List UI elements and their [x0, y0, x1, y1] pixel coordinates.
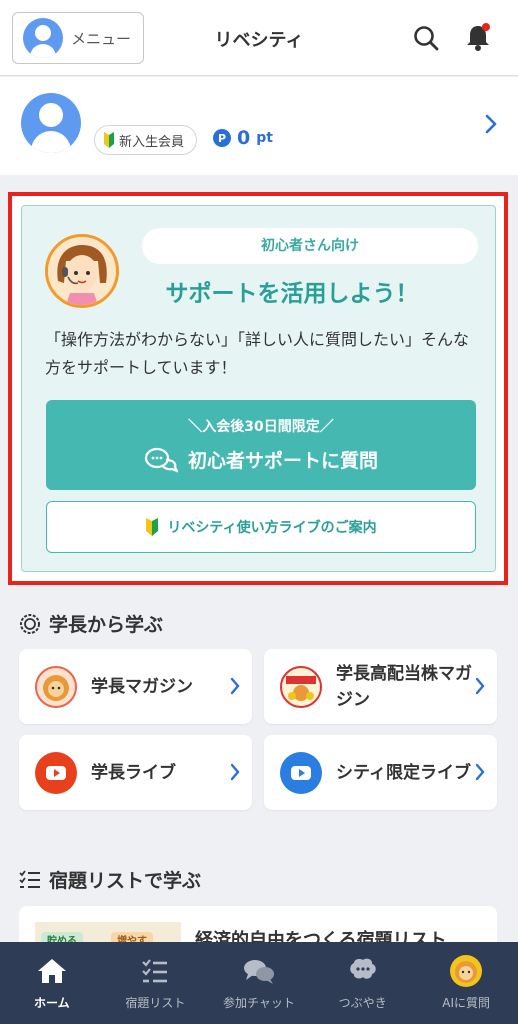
nav-home[interactable]: ホーム: [0, 942, 104, 1024]
rank-badge: 新入生会員: [94, 125, 198, 155]
support-mascot-icon: [45, 234, 119, 308]
menu-label: メニュー: [71, 29, 132, 48]
avatar-icon: [23, 18, 63, 58]
chevron-right-icon: [230, 677, 240, 695]
nav-tweet[interactable]: つぶやき: [311, 942, 415, 1024]
highlight-frame: 初心者さん向け サポートを活用しよう！ 「操作方法がわからない」「詳しい人に質問…: [8, 192, 508, 585]
card-label: 学長ライブ: [91, 762, 176, 783]
nav-label: 宿題リスト: [125, 996, 186, 1010]
chat-bubble-icon: [144, 447, 178, 473]
card-magazine[interactable]: 学長マガジン: [19, 649, 252, 724]
card-city-live[interactable]: シティ限定ライブ: [264, 735, 497, 810]
chat-icon: [243, 960, 274, 984]
nav-chat[interactable]: 参加チャット: [207, 942, 311, 1024]
chevron-right-icon: [230, 763, 240, 781]
ai-lion-icon: [450, 955, 483, 987]
support-description: 「操作方法がわからない」「詳しい人に質問したい」そんな方をサポートしています！: [45, 330, 470, 377]
usage-live-label: リベシティ使い方ライブのご案内: [167, 520, 377, 536]
dividend-magazine-icon: [280, 666, 322, 708]
nav-label: つぶやき: [338, 996, 387, 1010]
card-label: シティ限定ライブ: [336, 762, 471, 783]
points-display: P 0 pt: [213, 127, 273, 149]
cta-sub-label: ＼入会後30日間限定／: [188, 419, 334, 435]
beginner-mark-icon: [104, 132, 114, 148]
card-live[interactable]: 学長ライブ: [19, 735, 252, 810]
card-label: 学長高配当株マガジン: [336, 663, 472, 710]
points-unit: pt: [256, 130, 273, 146]
profile-row[interactable]: 新入生会員 P 0 pt: [0, 77, 518, 175]
rank-label: 新入生会員: [119, 134, 185, 150]
points-icon: P: [213, 129, 231, 147]
learn-section-title: 学長から学ぶ: [19, 610, 163, 637]
menu-button[interactable]: メニュー: [12, 12, 144, 64]
usage-live-button[interactable]: リベシティ使い方ライブのご案内: [46, 501, 476, 553]
support-heading: サポートを活用しよう！: [165, 281, 419, 307]
nav-homework[interactable]: 宿題リスト: [104, 942, 208, 1024]
card-dividend-magazine[interactable]: 学長高配当株マガジン: [264, 649, 497, 724]
chevron-right-icon: [475, 677, 485, 695]
cta-main-label: 初心者サポートに質問: [187, 450, 378, 472]
nav-label: ホーム: [33, 996, 70, 1010]
bottom-nav: ホーム 宿題リスト 参加チャット つぶやき AIに質問: [0, 942, 518, 1024]
lion-outline-icon: [20, 613, 40, 634]
chevron-right-icon: [475, 763, 485, 781]
youtube-icon: [35, 752, 77, 794]
lion-icon: [35, 666, 77, 708]
card-label: 学長マガジン: [91, 676, 193, 697]
checklist-icon: [142, 959, 168, 983]
bell-icon[interactable]: [464, 22, 492, 52]
home-icon: [37, 959, 66, 983]
homework-section-title: 宿題リストで学ぶ: [19, 866, 201, 893]
homework-title-label: 宿題リストで学ぶ: [49, 870, 202, 892]
learn-title-label: 学長から学ぶ: [49, 614, 164, 636]
nav-label: 参加チャット: [223, 996, 295, 1010]
nav-label: AIに質問: [442, 996, 491, 1010]
points-value: 0: [237, 127, 251, 149]
avatar[interactable]: [21, 93, 81, 153]
beginner-mark-icon: [146, 518, 159, 536]
app-header: メニュー リベシティ: [0, 0, 518, 76]
youtube-icon: [280, 752, 322, 794]
chevron-right-icon[interactable]: [484, 113, 498, 135]
beginner-support-button[interactable]: ＼入会後30日間限定／ 初心者サポートに質問: [46, 400, 476, 490]
search-icon[interactable]: [412, 24, 440, 52]
beginner-support-card: 初心者さん向け サポートを活用しよう！ 「操作方法がわからない」「詳しい人に質問…: [21, 205, 496, 572]
checklist-icon: [19, 869, 40, 888]
nav-ai[interactable]: AIに質問: [414, 942, 518, 1024]
beginner-tag: 初心者さん向け: [142, 228, 478, 264]
tweet-icon: [349, 958, 376, 979]
